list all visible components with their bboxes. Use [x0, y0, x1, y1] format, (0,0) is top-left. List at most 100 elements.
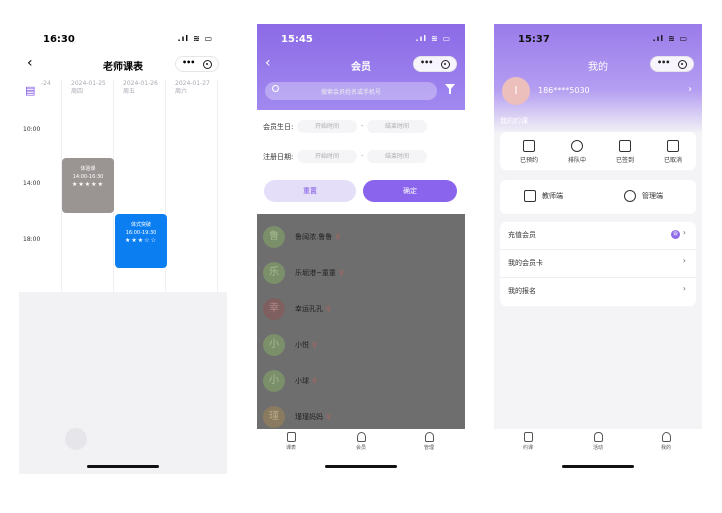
range-separator: - [361, 152, 364, 160]
confirm-button[interactable]: 确定 [363, 180, 457, 202]
teacher-end-button[interactable]: 教师端 [524, 190, 563, 202]
grid-line [217, 80, 218, 292]
home-icon [424, 432, 434, 442]
role-switch-card: 教师端 管理端 [500, 180, 696, 214]
avatar[interactable]: I [502, 77, 530, 105]
status-icons: .ıl ≋ ▭ [415, 34, 451, 43]
faded-icon [65, 428, 87, 450]
avatar: 乐 [263, 262, 285, 284]
calendar-icon [523, 432, 533, 442]
section-title: 我的约课 [500, 117, 528, 125]
users-icon [571, 140, 583, 152]
close-circle-icon[interactable] [441, 60, 450, 69]
reset-button[interactable]: 重置 [264, 180, 356, 202]
empty-area [19, 292, 227, 474]
avatar: 鲁 [263, 226, 285, 248]
avatar: 幸 [263, 298, 285, 320]
profile-header: 15:37 .ıl ≋ ▭ 我的 ••• I 186****5030 › 我的约… [494, 24, 702, 134]
list-item[interactable]: 小小悦 ♀ [257, 328, 465, 364]
status-bar: 16:30 .ıl ≋ ▭ [19, 24, 227, 54]
admin-end-button[interactable]: 管理端 [624, 190, 663, 202]
search-input[interactable]: 搜索会员姓名或手机号 [265, 82, 437, 100]
tab-schedule[interactable]: 课表 [271, 432, 311, 451]
status-time: 16:30 [43, 34, 75, 45]
chevron-right-icon[interactable]: › [683, 228, 686, 237]
female-icon: ♀ [338, 269, 345, 277]
status-time: 15:37 [518, 34, 550, 45]
more-icon[interactable]: ••• [657, 58, 670, 67]
close-circle-icon[interactable] [203, 60, 212, 69]
filter-panel: 会员生日: 开始时间 - 结束时间 注册日期: 开始时间 - 结束时间 重置 确… [257, 110, 465, 214]
tab-mine[interactable]: 我的 [646, 432, 686, 451]
mini-program-capsule[interactable]: ••• [650, 56, 694, 72]
tab-booking[interactable]: 约课 [508, 432, 548, 451]
status-bar: 15:45 .ıl ≋ ▭ [257, 24, 465, 54]
birthday-start-field[interactable]: 开始时间 [297, 120, 357, 133]
list-item[interactable]: 小小球 ♀ [257, 364, 465, 400]
booked-button[interactable]: 已预约 [506, 140, 552, 164]
calendar-icon [523, 140, 535, 152]
calendar-icon[interactable]: ▤ [25, 84, 35, 97]
chevron-right-icon[interactable]: › [688, 84, 692, 95]
birthday-end-field[interactable]: 结束时间 [367, 120, 427, 133]
course-card[interactable]: 体验课 14:00-16:30 ★★★★★ [62, 158, 114, 213]
queue-button[interactable]: 排队中 [554, 140, 600, 164]
calendar-check-icon [619, 140, 631, 152]
more-icon[interactable]: ••• [420, 58, 433, 67]
filter-icon[interactable] [445, 84, 455, 94]
close-circle-icon[interactable] [678, 60, 687, 69]
status-icons: .ıl ≋ ▭ [177, 34, 213, 43]
week-header: ▤ -24 2024-01-25 周四 2024-01-26 周五 2024-01-… [19, 80, 227, 122]
register-start-field[interactable]: 开始时间 [297, 150, 357, 163]
vip-badge: 会 [671, 230, 680, 239]
avatar: 瑾 [263, 406, 285, 428]
menu-recharge[interactable]: 充值会员 [508, 230, 536, 240]
course-card[interactable]: 体式突破 16:00-19:30 ★★★☆☆ [115, 214, 167, 268]
chevron-right-icon[interactable]: › [683, 256, 686, 265]
calendar-icon [524, 190, 536, 202]
nav-bar: ‹ 会员 ••• [257, 54, 465, 76]
menu-registration[interactable]: 我的报名 [508, 286, 536, 296]
calendar-x-icon [667, 140, 679, 152]
mini-program-capsule[interactable]: ••• [413, 56, 457, 72]
mini-program-capsule[interactable]: ••• [175, 56, 219, 72]
more-icon[interactable]: ••• [182, 58, 195, 67]
cancelled-button[interactable]: 已取消 [650, 140, 696, 164]
list-item[interactable]: 鲁鲁阔浓.鲁鲁 ♀ [257, 220, 465, 256]
register-label: 注册日期: [263, 153, 294, 161]
chevron-right-icon[interactable]: › [683, 284, 686, 293]
user-icon [356, 432, 366, 442]
female-icon: ♀ [312, 341, 318, 349]
female-icon: ♀ [326, 305, 332, 313]
users-icon [624, 190, 636, 202]
tab-manage[interactable]: 管理 [409, 432, 449, 451]
cup-icon [593, 432, 603, 442]
status-bar: 15:37 .ıl ≋ ▭ [494, 24, 702, 54]
rating-stars: ★★★★★ [72, 181, 104, 188]
time-label: 14:00 [23, 180, 41, 187]
female-icon: ♀ [335, 233, 341, 241]
menu-member-card[interactable]: 我的会员卡 [508, 258, 543, 268]
menu-card: 充值会员 会 › 我的会员卡 › 我的报名 › [500, 222, 696, 306]
time-label: 10:00 [23, 126, 41, 133]
tab-activity[interactable]: 活动 [578, 432, 618, 451]
list-item[interactable]: 幸幸运孔孔 ♀ [257, 292, 465, 328]
status-icons: .ıl ≋ ▭ [652, 34, 688, 43]
register-end-field[interactable]: 结束时间 [367, 150, 427, 163]
list-item[interactable]: 乐乐堀港~童童 ♀ [257, 256, 465, 292]
checked-in-button[interactable]: 已签到 [602, 140, 648, 164]
search-placeholder: 搜索会员姓名或手机号 [320, 89, 381, 96]
member-screen: 15:45 .ıl ≋ ▭ ‹ 会员 ••• 搜索会员姓名或手机号 会员生日: … [257, 24, 465, 474]
overlay-mask[interactable]: 鲁鲁阔浓.鲁鲁 ♀ 乐乐堀港~童童 ♀ 幸幸运孔孔 ♀ 小小悦 ♀ 小小球 ♀ 瑾瑾瑾妈妈… [257, 214, 465, 429]
home-indicator [562, 465, 634, 468]
teacher-schedule-screen: 16:30 .ıl ≋ ▭ ‹ 老师课表 ••• ▤ -24 2024-01-2… [19, 24, 227, 474]
range-separator: - [361, 122, 364, 130]
member-header: 15:45 .ıl ≋ ▭ ‹ 会员 ••• 搜索会员姓名或手机号 [257, 24, 465, 110]
time-label: 18:00 [23, 236, 41, 243]
divider [500, 277, 696, 278]
tab-member[interactable]: 会员 [341, 432, 381, 451]
rating-stars: ★★★☆☆ [125, 237, 157, 244]
user-phone: 186****5030 [538, 86, 590, 95]
status-time: 15:45 [281, 34, 313, 45]
female-icon: ♀ [326, 413, 332, 421]
